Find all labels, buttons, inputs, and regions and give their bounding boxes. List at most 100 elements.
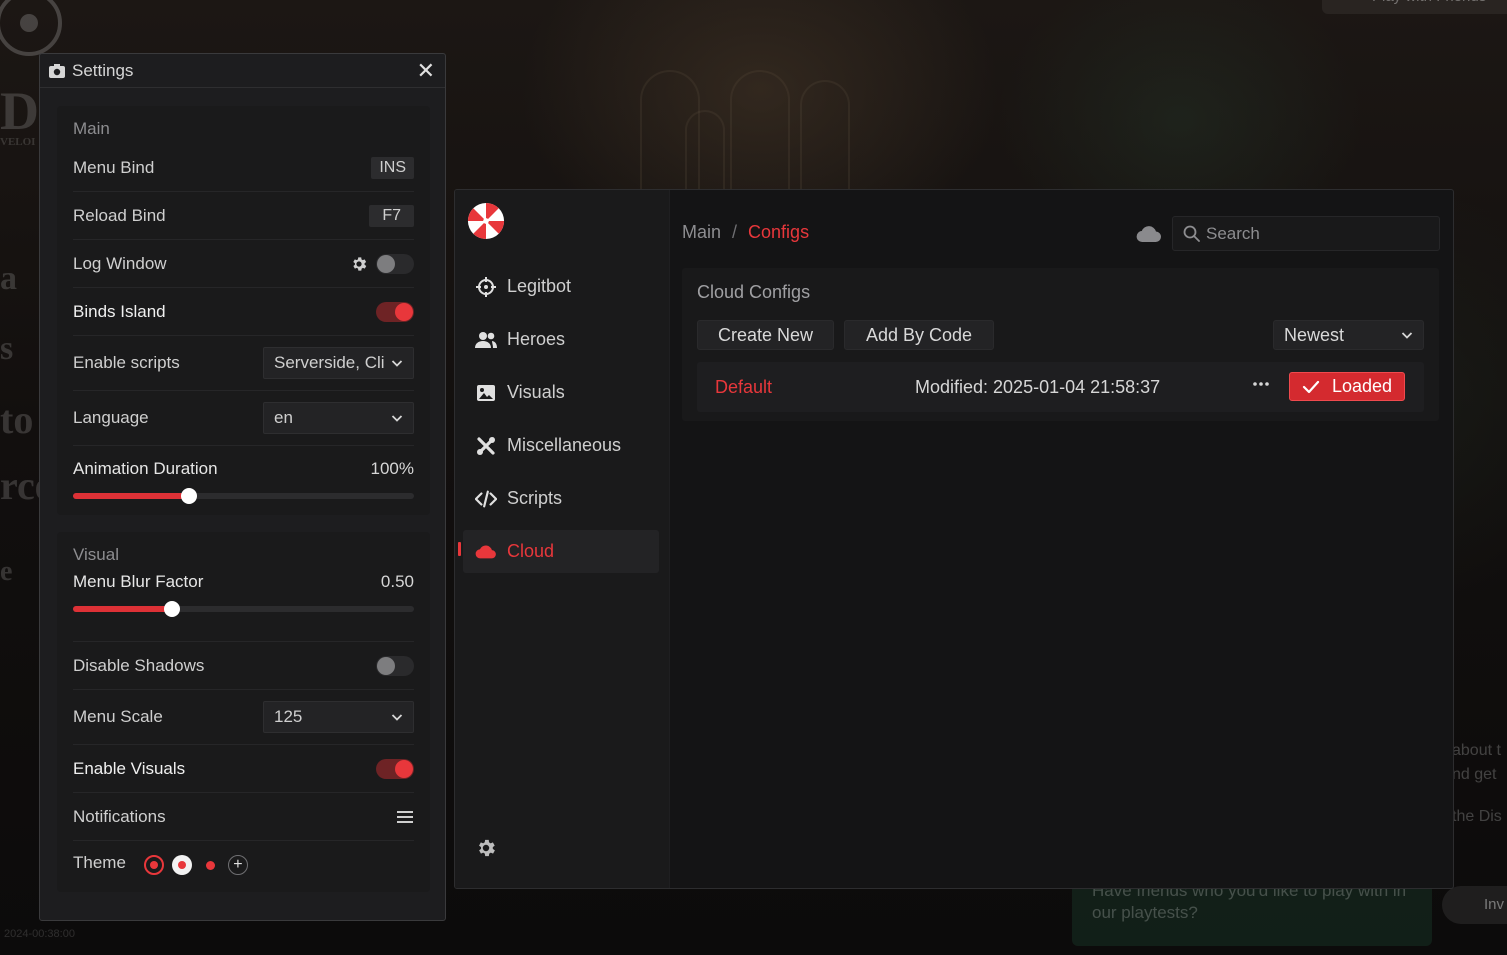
nav-label: Visuals <box>507 382 565 402</box>
add-theme-button[interactable]: + <box>227 855 248 875</box>
nav-item-cloud[interactable]: Cloud <box>463 530 659 573</box>
active-nav-marker <box>458 542 461 556</box>
loaded-button[interactable]: Loaded <box>1289 372 1405 401</box>
log-window-label: Log Window <box>73 253 167 273</box>
language-value: en <box>274 408 293 427</box>
bg-letter: e <box>0 556 13 587</box>
bg-small-text: VELOI <box>0 136 36 148</box>
menu-scale-select[interactable]: 125 <box>263 701 414 733</box>
enable-visuals-toggle[interactable] <box>376 758 414 779</box>
code-icon <box>475 490 497 507</box>
menu-scale-label: Menu Scale <box>73 707 163 726</box>
sort-select[interactable]: Newest <box>1273 320 1424 350</box>
loaded-label: Loaded <box>1331 376 1393 396</box>
enable-scripts-value: Serverside, Clientside <box>274 353 385 372</box>
theme-swatch-red[interactable] <box>143 855 164 875</box>
config-row[interactable]: Default Modified: 2025-01-04 21:58:37 Lo… <box>697 362 1424 412</box>
reload-bind-label: Reload Bind <box>73 205 166 225</box>
crosshair-icon <box>476 276 496 297</box>
umbrella-logo-icon <box>467 202 505 240</box>
animation-duration-block: Animation Duration 100% <box>73 446 414 510</box>
reload-bind-key[interactable]: F7 <box>369 204 414 227</box>
language-row: Language en <box>73 391 414 446</box>
play-with-friends-button[interactable]: Play with Friends <box>1322 0 1507 14</box>
cheat-menu-window: Legitbot Heroes Visuals Miscellaneous Sc… <box>454 189 1454 889</box>
settings-title: Settings <box>72 60 134 80</box>
animation-duration-label: Animation Duration <box>73 459 218 478</box>
gear-icon[interactable] <box>350 255 368 273</box>
menu-bind-key[interactable]: INS <box>371 156 414 179</box>
breadcrumb-current: Configs <box>748 222 810 242</box>
config-name[interactable]: Default <box>715 377 772 398</box>
disable-shadows-label: Disable Shadows <box>73 655 205 675</box>
menu-lines-icon[interactable] <box>396 809 414 825</box>
config-modified: Modified: 2025-01-04 21:58:37 <box>915 376 1161 397</box>
theme-swatch-dot[interactable] <box>200 855 220 875</box>
chevron-down-icon <box>391 415 403 422</box>
language-label: Language <box>73 408 149 427</box>
cloud-icon[interactable] <box>1136 224 1162 244</box>
nav-label: Legitbot <box>507 276 572 296</box>
nav-label: Cloud <box>507 541 555 561</box>
nav-item-legitbot[interactable]: Legitbot <box>463 265 659 308</box>
check-icon <box>1302 380 1320 393</box>
main-section: Main Menu Bind INS Reload Bind F7 Log Wi… <box>57 106 430 515</box>
binds-island-toggle[interactable] <box>376 301 414 322</box>
menu-scale-row: Menu Scale 125 <box>73 690 414 745</box>
bg-side-text: the Dis <box>1452 808 1502 825</box>
search-box[interactable] <box>1172 216 1440 251</box>
menu-blur-label: Menu Blur Factor <box>73 572 204 591</box>
slider-thumb[interactable] <box>163 601 180 617</box>
menu-blur-block: Menu Blur Factor 0.50 <box>73 572 414 642</box>
gear-icon[interactable] <box>475 837 497 859</box>
settings-header[interactable]: Settings ✕ <box>40 54 445 88</box>
theme-swatch-white[interactable] <box>171 855 192 875</box>
invite-button[interactable]: Inv <box>1442 886 1507 924</box>
more-dots-icon[interactable] <box>1252 380 1270 388</box>
section-title-visual: Visual <box>73 545 119 564</box>
bg-letter: to <box>0 397 34 442</box>
create-new-button[interactable]: Create New <box>697 320 834 350</box>
reload-bind-row: Reload Bind F7 <box>73 192 414 240</box>
nav-item-miscellaneous[interactable]: Miscellaneous <box>463 424 659 467</box>
animation-duration-slider[interactable] <box>73 488 414 504</box>
breadcrumb-separator: / <box>732 222 738 242</box>
breadcrumb-root[interactable]: Main <box>682 222 721 243</box>
menu-blur-slider[interactable] <box>73 601 414 617</box>
section-title-main: Main <box>73 119 110 138</box>
log-window-toggle[interactable] <box>376 253 414 274</box>
menu-blur-value: 0.50 <box>380 572 414 591</box>
menu-sidebar: Legitbot Heroes Visuals Miscellaneous Sc… <box>455 190 670 888</box>
nav-item-visuals[interactable]: Visuals <box>463 371 659 414</box>
disable-shadows-toggle[interactable] <box>376 655 414 676</box>
add-by-code-button[interactable]: Add By Code <box>844 320 994 350</box>
binds-island-label: Binds Island <box>73 301 166 321</box>
search-icon <box>1183 225 1200 242</box>
nav-label: Heroes <box>507 329 566 349</box>
bg-letter: s <box>0 330 14 367</box>
bg-letter: a <box>0 260 17 297</box>
users-icon <box>475 331 497 348</box>
bg-side-text: nd get <box>1452 766 1497 783</box>
search-input[interactable] <box>1206 223 1426 244</box>
menu-bind-row: Menu Bind INS <box>73 144 414 192</box>
close-button[interactable]: ✕ <box>417 59 435 82</box>
slider-thumb[interactable] <box>180 488 197 504</box>
nav-item-heroes[interactable]: Heroes <box>463 318 659 361</box>
nav-label: Scripts <box>507 488 563 508</box>
cloud-icon <box>475 545 496 558</box>
notifications-row: Notifications <box>73 793 414 841</box>
enable-scripts-select[interactable]: Serverside, Clientside <box>263 347 414 379</box>
theme-label: Theme <box>73 853 126 872</box>
nav-item-scripts[interactable]: Scripts <box>463 477 659 520</box>
log-window-row: Log Window <box>73 240 414 288</box>
visual-section: Visual Menu Blur Factor 0.50 Disable Sha… <box>57 532 430 892</box>
bg-letter: D <box>0 81 39 141</box>
language-select[interactable]: en <box>263 402 414 434</box>
chevron-down-icon <box>1401 332 1413 339</box>
chevron-down-icon <box>391 360 403 367</box>
breadcrumb: Main / Configs <box>682 222 809 243</box>
binds-island-row: Binds Island <box>73 288 414 336</box>
sort-value: Newest <box>1284 324 1345 345</box>
cloud-configs-panel: Cloud Configs Create New Add By Code New… <box>682 268 1439 421</box>
